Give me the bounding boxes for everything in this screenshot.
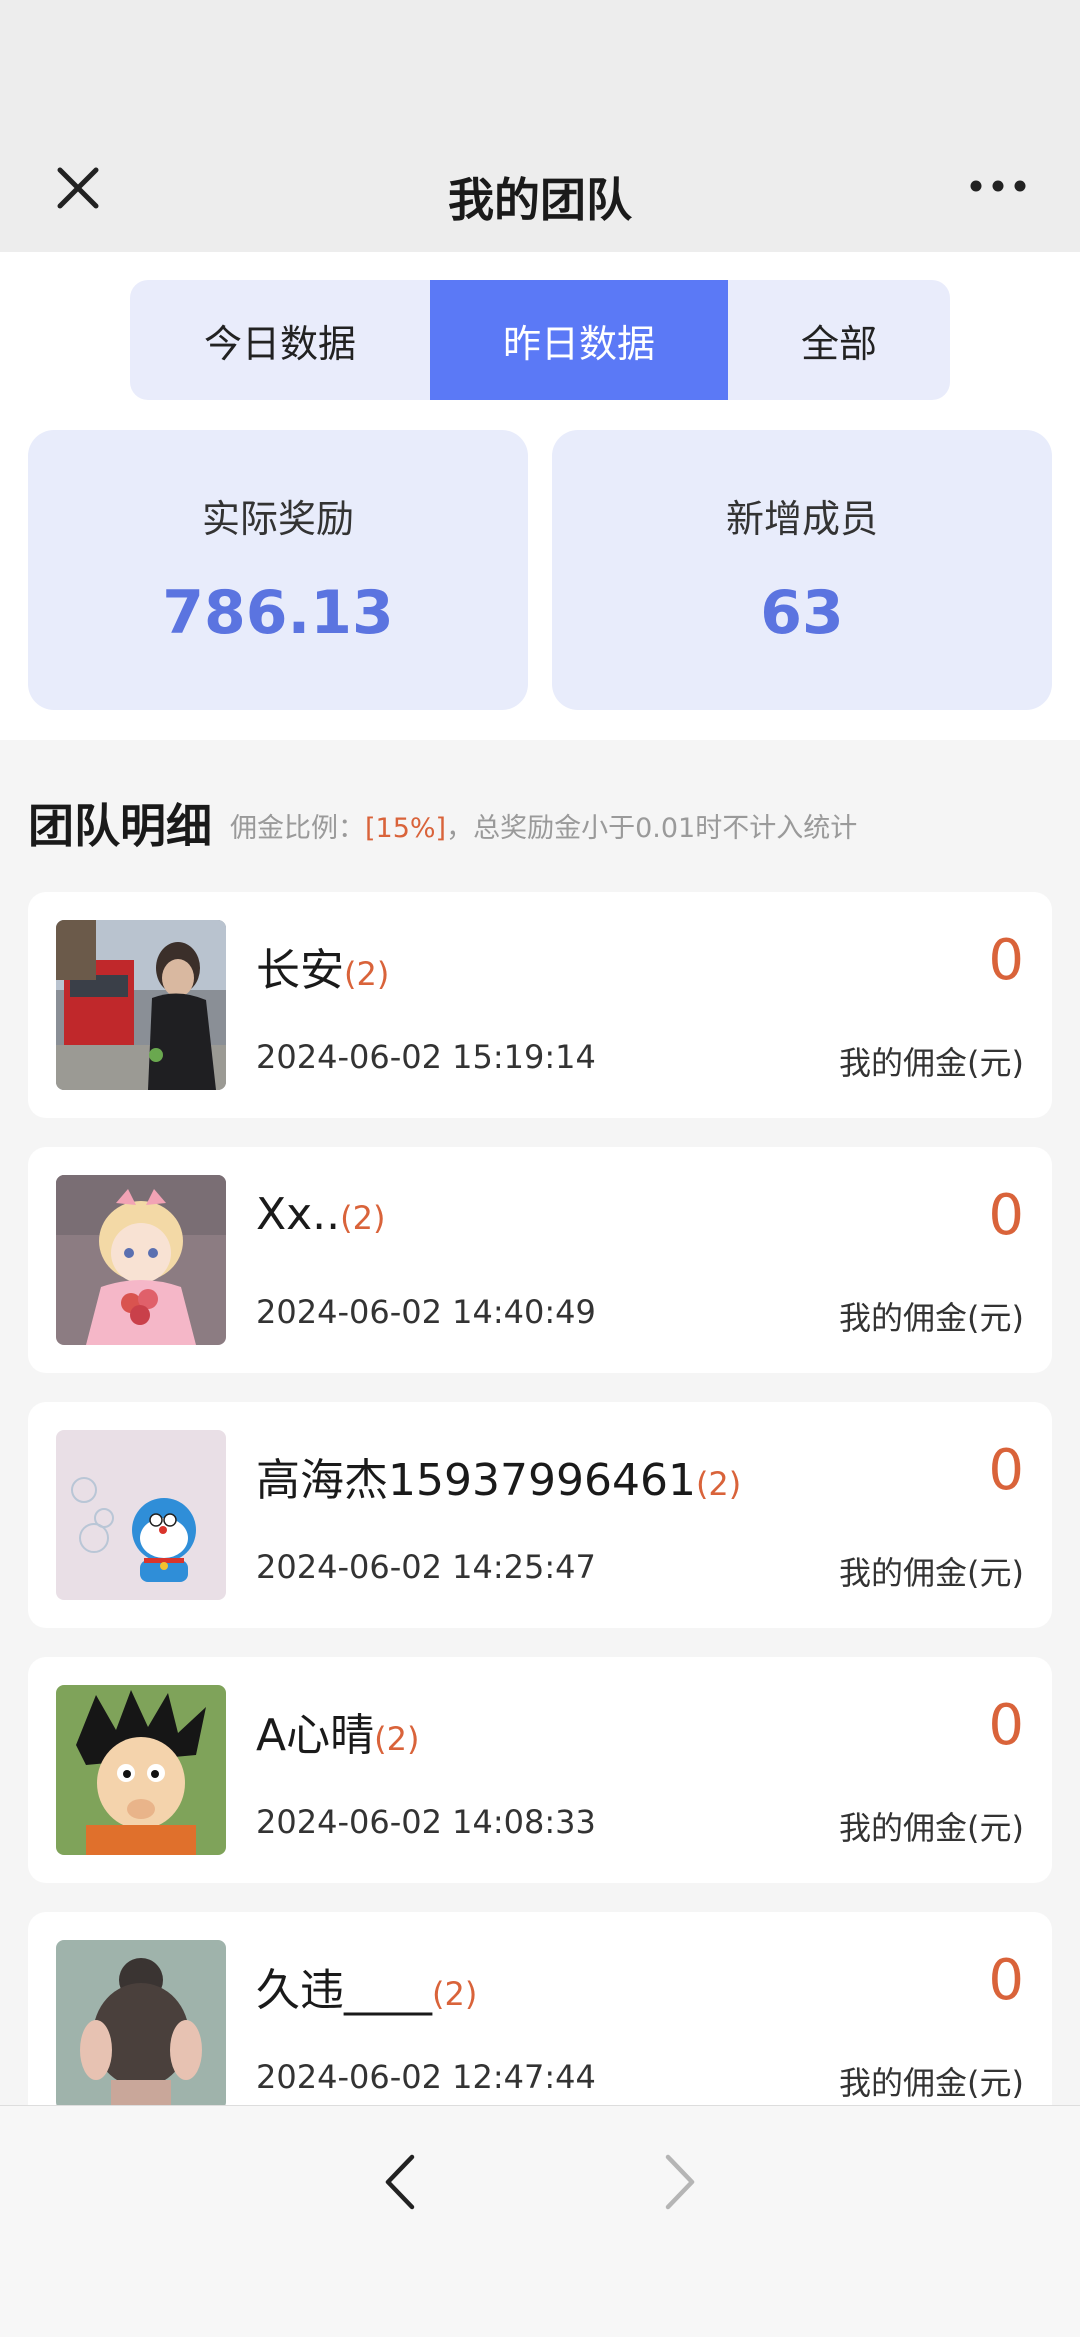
avatar <box>56 1940 226 2110</box>
member-name-text: 高海杰15937996461 <box>256 1455 696 1506</box>
chevron-left-icon[interactable] <box>380 2151 420 2213</box>
tab-today[interactable]: 今日数据 <box>130 280 430 400</box>
more-icon[interactable] <box>968 166 1028 206</box>
chevron-right-icon[interactable] <box>660 2151 700 2213</box>
commission-amount: 0 <box>988 928 1024 993</box>
member-name-text: A心晴 <box>256 1710 375 1761</box>
join-time: 2024-06-02 14:08:33 <box>256 1803 596 1841</box>
join-time: 2024-06-02 14:40:49 <box>256 1293 596 1331</box>
member-name: A心晴(2) <box>256 1699 419 1763</box>
avatar <box>56 1685 226 1855</box>
commission-caption: 我的佣金(元) <box>839 2064 1024 2102</box>
new-members-label: 新增成员 <box>725 497 878 541</box>
member-name: 久违____(2) <box>256 1954 477 2018</box>
join-time: 2024-06-02 14:25:47 <box>256 1548 596 1586</box>
member-name-text: Xx.. <box>256 1189 341 1240</box>
member-name: 高海杰15937996461(2) <box>256 1444 741 1508</box>
join-time: 2024-06-02 12:47:44 <box>256 2058 596 2096</box>
commission-caption: 我的佣金(元) <box>839 1299 1024 1337</box>
member-name-text: 久违____ <box>256 1965 432 2016</box>
member-name-text: 长安 <box>256 945 344 996</box>
member-count: (2) <box>432 1975 478 2013</box>
commission-note: 佣金比例：[15%]，总奖励金小于0.01时不计入统计 <box>230 806 857 845</box>
tab-all[interactable]: 全部 <box>728 280 950 400</box>
member-name: Xx..(2) <box>256 1189 385 1240</box>
date-tabs: 今日数据 昨日数据 全部 <box>130 280 950 400</box>
new-members-value: 63 <box>760 578 844 648</box>
page-title: 我的团队 <box>448 173 632 227</box>
commission-rate: [15%] <box>365 813 447 844</box>
commission-caption: 我的佣金(元) <box>839 1554 1024 1592</box>
nav-bar: 我的团队 <box>0 120 1080 252</box>
member-count: (2) <box>340 1199 386 1237</box>
avatar <box>56 1175 226 1345</box>
reward-label: 实际奖励 <box>201 497 354 541</box>
note-prefix: 佣金比例： <box>230 813 365 844</box>
member-count: (2) <box>344 955 390 993</box>
note-suffix: ，总奖励金小于0.01时不计入统计 <box>446 813 858 844</box>
member-count: (2) <box>374 1720 420 1758</box>
commission-caption: 我的佣金(元) <box>839 1044 1024 1082</box>
avatar <box>56 1430 226 1600</box>
member-name: 长安(2) <box>256 934 389 998</box>
commission-amount: 0 <box>988 1438 1024 1503</box>
list-item[interactable]: Xx..(2) 2024-06-02 14:40:49 0 我的佣金(元) <box>28 1147 1052 1373</box>
commission-caption: 我的佣金(元) <box>839 1809 1024 1847</box>
list-item[interactable]: 高海杰15937996461(2) 2024-06-02 14:25:47 0 … <box>28 1402 1052 1628</box>
reward-value: 786.13 <box>162 578 394 648</box>
tab-yesterday[interactable]: 昨日数据 <box>430 280 728 400</box>
list-item[interactable]: 长安(2) 2024-06-02 15:19:14 0 我的佣金(元) <box>28 892 1052 1118</box>
section-title: 团队明细 <box>28 799 212 853</box>
avatar <box>56 920 226 1090</box>
member-count: (2) <box>695 1465 742 1503</box>
status-bar <box>0 0 1080 120</box>
reward-card: 实际奖励 786.13 <box>28 430 528 710</box>
new-members-card: 新增成员 63 <box>552 430 1052 710</box>
browser-toolbar <box>0 2105 1080 2337</box>
commission-amount: 0 <box>988 1948 1024 2013</box>
commission-amount: 0 <box>988 1183 1024 1248</box>
commission-amount: 0 <box>988 1693 1024 1758</box>
join-time: 2024-06-02 15:19:14 <box>256 1038 596 1076</box>
list-item[interactable]: A心晴(2) 2024-06-02 14:08:33 0 我的佣金(元) <box>28 1657 1052 1883</box>
